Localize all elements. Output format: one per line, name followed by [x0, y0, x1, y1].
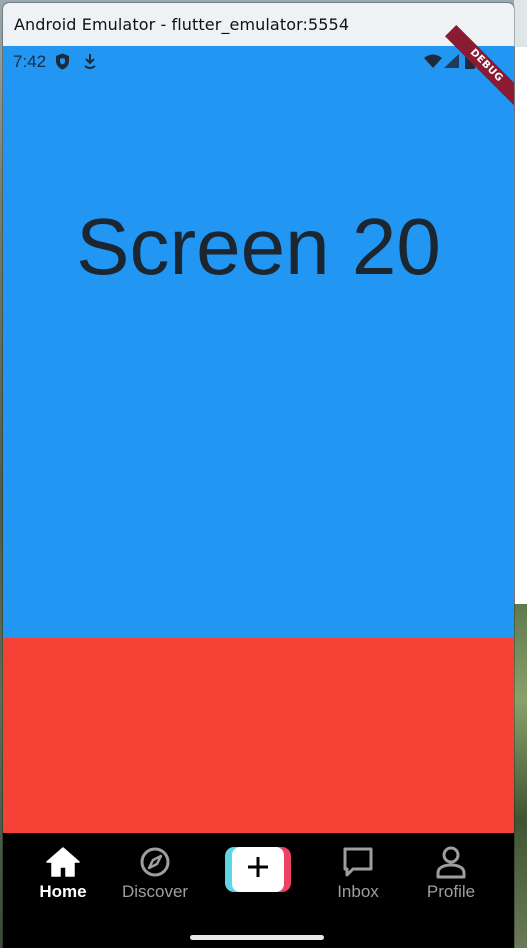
signal-icon — [444, 54, 459, 68]
nav-item-inbox[interactable]: Inbox — [313, 845, 403, 902]
nav-label-discover: Discover — [121, 882, 189, 901]
nav-label-inbox: Inbox — [337, 882, 379, 901]
status-time: 7:42 — [13, 52, 47, 71]
wifi-icon — [424, 54, 442, 68]
gesture-home-indicator[interactable] — [190, 935, 324, 940]
compass-icon — [110, 845, 200, 879]
screen-title: Screen 20 — [76, 202, 441, 291]
bottom-navigation-bar: Home Discover Inbox Profile — [3, 833, 514, 948]
window-title: Android Emulator - flutter_emulator:5554 — [14, 15, 350, 34]
nav-label-home: Home — [39, 882, 87, 901]
plus-icon — [247, 856, 269, 883]
nav-item-home[interactable]: Home — [18, 845, 108, 902]
top-content-area: 7:42 DEBUG Screen 20 — [3, 24, 514, 638]
bottom-content-area — [3, 638, 514, 833]
window-titlebar[interactable]: Android Emulator - flutter_emulator:5554 — [3, 3, 514, 46]
shield-icon — [55, 53, 70, 70]
create-button-face — [232, 847, 284, 892]
nav-label-profile: Profile — [426, 882, 476, 901]
home-icon — [18, 845, 108, 879]
person-icon — [406, 845, 496, 879]
download-icon — [83, 53, 97, 70]
nav-item-profile[interactable]: Profile — [406, 845, 496, 902]
nav-item-discover[interactable]: Discover — [110, 845, 200, 902]
emulator-window: Android Emulator - flutter_emulator:5554… — [3, 3, 514, 948]
background-window-strip — [514, 0, 527, 948]
phone-screen: 7:42 DEBUG Screen 20 Home Discover Inbox… — [3, 24, 514, 948]
status-bar: 7:42 — [3, 46, 514, 76]
create-button[interactable] — [225, 847, 291, 892]
chat-bubble-icon — [313, 845, 403, 879]
